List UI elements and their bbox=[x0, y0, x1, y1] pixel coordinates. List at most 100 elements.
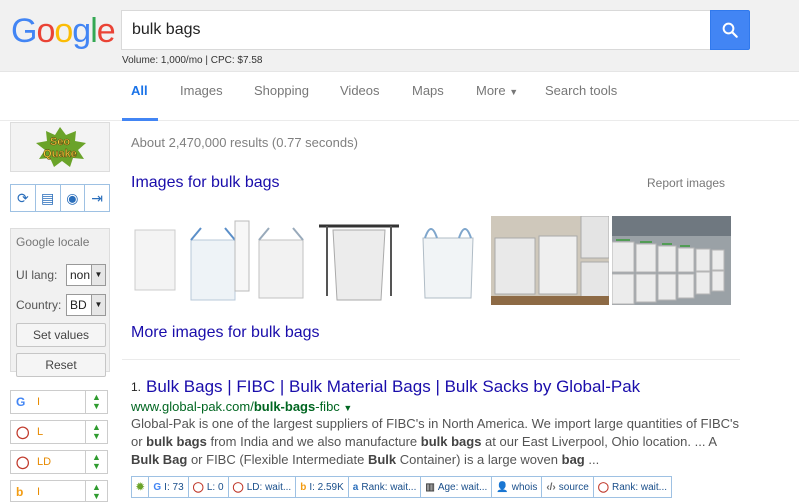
seoquake-icon: ✹ bbox=[136, 481, 145, 493]
report-images-link[interactable]: Report images bbox=[647, 176, 725, 190]
seoquake-param[interactable]: ‹/› source bbox=[542, 477, 594, 497]
result-url[interactable]: www.global-pak.com/bulk-bags-fibc ▼ bbox=[131, 399, 352, 414]
svg-text:Quake: Quake bbox=[43, 148, 77, 160]
image-thumbnail[interactable] bbox=[131, 216, 309, 305]
param-google-index[interactable]: G I ▲ ▼ bbox=[10, 390, 108, 414]
reset-button[interactable]: Reset bbox=[16, 353, 106, 377]
param-links[interactable]: ◯ L ▲ ▼ bbox=[10, 420, 108, 444]
seoquake-param-value: Rank: wait... bbox=[361, 481, 417, 493]
circle-icon: ◯ bbox=[232, 481, 244, 493]
tab-more-label: More bbox=[476, 83, 506, 98]
clipboard-icon[interactable]: ▤ bbox=[36, 185, 61, 211]
tab-shopping[interactable]: Shopping bbox=[254, 83, 309, 98]
seoquake-result-bar: ✹ G I: 73 ◯ L: 0 ◯ LD: wait... b I: 2.59K a Rank: … bbox=[131, 476, 673, 498]
seoquake-param[interactable]: 👤 whois bbox=[492, 477, 543, 497]
snippet-text: at our East Liverpool, Ohio location. ..… bbox=[481, 434, 717, 449]
code-icon: ‹/› bbox=[546, 481, 556, 493]
set-values-button[interactable]: Set values bbox=[16, 323, 106, 347]
images-section-title[interactable]: Images for bulk bags bbox=[131, 174, 280, 192]
country-label: Country: bbox=[16, 298, 62, 312]
seoquake-param-value: LD: wait... bbox=[246, 481, 292, 493]
snippet-text: ... bbox=[584, 452, 600, 467]
seoquake-param[interactable]: ✹ bbox=[132, 477, 150, 497]
logo-letter: e bbox=[96, 12, 116, 50]
search-box[interactable] bbox=[121, 10, 711, 50]
dropdown-arrow-icon: ▼ bbox=[91, 295, 105, 315]
image-thumbnail[interactable] bbox=[317, 216, 401, 305]
seoquake-param-value: I: 2.59K bbox=[309, 481, 344, 493]
eye-icon[interactable]: ◉ bbox=[61, 185, 86, 211]
svg-text:Seo: Seo bbox=[50, 136, 70, 148]
seoquake-param-value: I: 73 bbox=[164, 481, 184, 493]
snippet-keyword: bulk bags bbox=[146, 434, 207, 449]
logo-letter: o bbox=[36, 12, 55, 50]
param-bing-index[interactable]: b I ▲ ▼ bbox=[10, 480, 108, 502]
updown-arrows-icon[interactable]: ▲ ▼ bbox=[85, 391, 107, 413]
more-images-link[interactable]: More images for bulk bags bbox=[131, 324, 320, 342]
param-label: LD bbox=[37, 456, 52, 468]
updown-arrows-icon[interactable]: ▲ ▼ bbox=[85, 421, 107, 443]
param-label: L bbox=[37, 426, 44, 438]
seoquake-param[interactable]: ◯ Rank: wait... bbox=[594, 477, 671, 497]
google-icon: G bbox=[16, 395, 26, 409]
logo-letter: G bbox=[11, 12, 37, 50]
magnifier-icon bbox=[722, 22, 738, 38]
dropdown-arrow-icon: ▼ bbox=[91, 265, 105, 285]
search-input[interactable] bbox=[122, 11, 711, 49]
ui-lang-value: non bbox=[70, 268, 91, 282]
logo-letter: g bbox=[72, 12, 91, 50]
tab-maps[interactable]: Maps bbox=[412, 83, 444, 98]
seoquake-param-value: Rank: wait... bbox=[612, 481, 668, 493]
param-linking-domains[interactable]: ◯ LD ▲ ▼ bbox=[10, 450, 108, 474]
tab-more[interactable]: More ▼ bbox=[476, 83, 518, 98]
snippet-keyword: bulk bags bbox=[420, 434, 482, 449]
seoquake-param-value: L: 0 bbox=[206, 481, 224, 493]
updown-arrows-icon[interactable]: ▲ ▼ bbox=[85, 481, 107, 501]
result-number: 1. bbox=[131, 380, 142, 394]
export-icon[interactable]: ⇥ bbox=[85, 185, 109, 211]
archive-icon: ▥ bbox=[425, 481, 435, 493]
seoquake-logo-graphic: Seo Quake bbox=[36, 127, 86, 167]
circle-icon: ◯ bbox=[16, 455, 30, 469]
seoquake-param-value: whois bbox=[511, 481, 538, 493]
google-icon: G bbox=[153, 481, 162, 493]
tab-images[interactable]: Images bbox=[180, 83, 223, 98]
result-snippet: Global-Pak is one of the largest supplie… bbox=[131, 415, 741, 469]
seoquake-param[interactable]: b I: 2.59K bbox=[296, 477, 349, 497]
search-button[interactable] bbox=[710, 10, 750, 50]
url-prefix: www.global-pak.com/ bbox=[131, 399, 254, 414]
snippet-keyword: Bulk bbox=[367, 452, 397, 467]
tab-search-tools[interactable]: Search tools bbox=[545, 83, 617, 98]
seoquake-param[interactable]: ▥ Age: wait... bbox=[421, 477, 493, 497]
alexa-icon: a bbox=[352, 481, 359, 493]
country-select[interactable]: BD ▼ bbox=[66, 294, 106, 316]
refresh-icon[interactable]: ⟳ bbox=[11, 185, 36, 211]
snippet-keyword: Bulk Bag bbox=[131, 452, 188, 467]
image-thumbnail[interactable] bbox=[612, 216, 731, 305]
image-thumbnail[interactable] bbox=[411, 216, 485, 305]
result-title-link[interactable]: Bulk Bags | FIBC | Bulk Material Bags | … bbox=[146, 377, 640, 397]
google-logo[interactable]: Google bbox=[11, 12, 116, 51]
seoquake-param[interactable]: G I: 73 bbox=[149, 477, 189, 497]
circle-icon: ◯ bbox=[16, 425, 30, 439]
snippet-text: Container) is a large woven bbox=[396, 452, 562, 467]
param-label: I bbox=[37, 486, 41, 498]
updown-arrows-icon[interactable]: ▲ ▼ bbox=[85, 451, 107, 473]
active-tab-indicator bbox=[122, 118, 158, 121]
seoquake-param[interactable]: ◯ LD: wait... bbox=[229, 477, 297, 497]
ui-lang-label: UI lang: bbox=[16, 268, 58, 282]
image-thumbnail[interactable] bbox=[491, 216, 609, 305]
seoquake-tools: ⟳ ▤ ◉ ⇥ bbox=[10, 184, 110, 212]
snippet-text: or FIBC (Flexible Intermediate bbox=[187, 452, 368, 467]
google-locale-panel: Google locale UI lang: non ▼ Country: BD… bbox=[10, 228, 110, 377]
caret-down-icon[interactable]: ▼ bbox=[343, 403, 352, 413]
tab-all[interactable]: All bbox=[131, 83, 148, 98]
logo-letter: o bbox=[54, 12, 73, 50]
seoquake-logo[interactable]: Seo Quake bbox=[10, 122, 110, 172]
seoquake-param-value: Age: wait... bbox=[437, 481, 488, 493]
seoquake-param[interactable]: a Rank: wait... bbox=[349, 477, 422, 497]
url-suffix: -fibc bbox=[315, 399, 340, 414]
seoquake-param[interactable]: ◯ L: 0 bbox=[189, 477, 229, 497]
tab-videos[interactable]: Videos bbox=[340, 83, 380, 98]
ui-lang-select[interactable]: non ▼ bbox=[66, 264, 106, 286]
